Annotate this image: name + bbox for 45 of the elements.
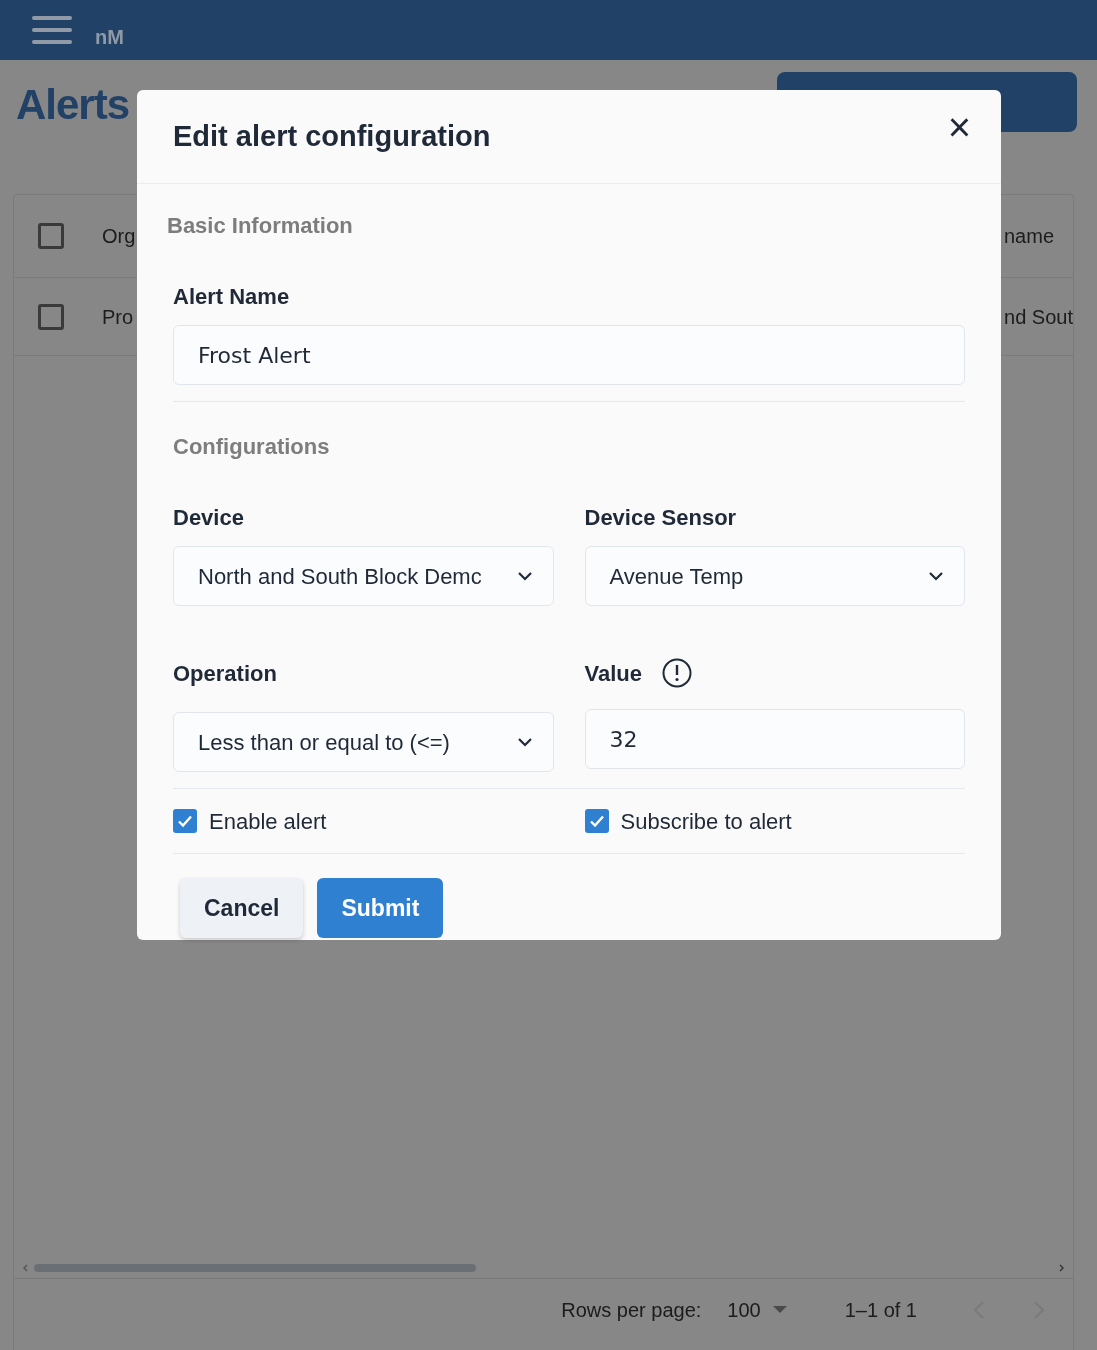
select-field[interactable]: Avenue Temp [584, 546, 965, 606]
checkbox-label[interactable]: Enable alert [173, 804, 554, 838]
checkbox[interactable] [38, 223, 64, 249]
table-cell-text: Pro [102, 304, 134, 330]
column-header: name [1003, 224, 1054, 249]
close-button[interactable]: × [947, 106, 971, 147]
column-header: Org [102, 224, 136, 249]
scroll-left-icon[interactable] [22, 1263, 28, 1272]
brand-logo: nM [95, 25, 124, 50]
select-field[interactable]: North and South Block Demc [173, 546, 554, 606]
submit-button[interactable]: Submit [317, 878, 444, 938]
chevron-down-icon [928, 571, 944, 581]
field-label: Operation [173, 659, 277, 688]
select-value: North and South Block Demc [198, 562, 482, 591]
checkbox[interactable] [584, 809, 609, 833]
table-cell-text: nd Sout [1004, 304, 1073, 330]
input-field[interactable]: 32 [584, 709, 965, 769]
field-label: Device Sensor [584, 505, 737, 530]
info-icon[interactable] [662, 658, 692, 688]
select-value: Avenue Temp [609, 562, 744, 591]
select-value: Less than or equal to (<=) [198, 728, 450, 757]
field-label: Device [173, 505, 244, 530]
checkbox-label[interactable]: Subscribe to alert [584, 804, 965, 838]
cancel-button[interactable]: Cancel [180, 878, 304, 938]
scrollbar-thumb[interactable] [34, 1263, 476, 1272]
checkbox-text: Subscribe to alert [620, 807, 792, 836]
checkbox[interactable] [173, 809, 197, 833]
page-title: Alerts [16, 84, 130, 126]
input-field[interactable]: Frost Alert [173, 325, 965, 385]
page-range: 1–1 of 1 [844, 1298, 917, 1323]
dialog-title: Edit alert configuration [173, 118, 491, 154]
chevron-down-icon [516, 737, 533, 747]
rows-per-page-select[interactable]: 100 [727, 1295, 787, 1325]
caret-icon [772, 1306, 787, 1314]
section-heading: Basic Information [167, 213, 353, 238]
rows-per-page-label: Rows per page: [561, 1298, 702, 1323]
checkbox-text: Enable alert [209, 807, 327, 836]
menu-icon[interactable] [32, 16, 72, 46]
field-label: Alert Name [173, 284, 290, 309]
field-label: Value [584, 659, 642, 688]
select-field[interactable]: Less than or equal to (<=) [173, 712, 554, 772]
checkbox[interactable] [38, 303, 64, 330]
chevron-down-icon [516, 571, 533, 581]
section-heading: Configurations [173, 434, 330, 459]
scroll-right-icon[interactable] [1059, 1263, 1065, 1272]
